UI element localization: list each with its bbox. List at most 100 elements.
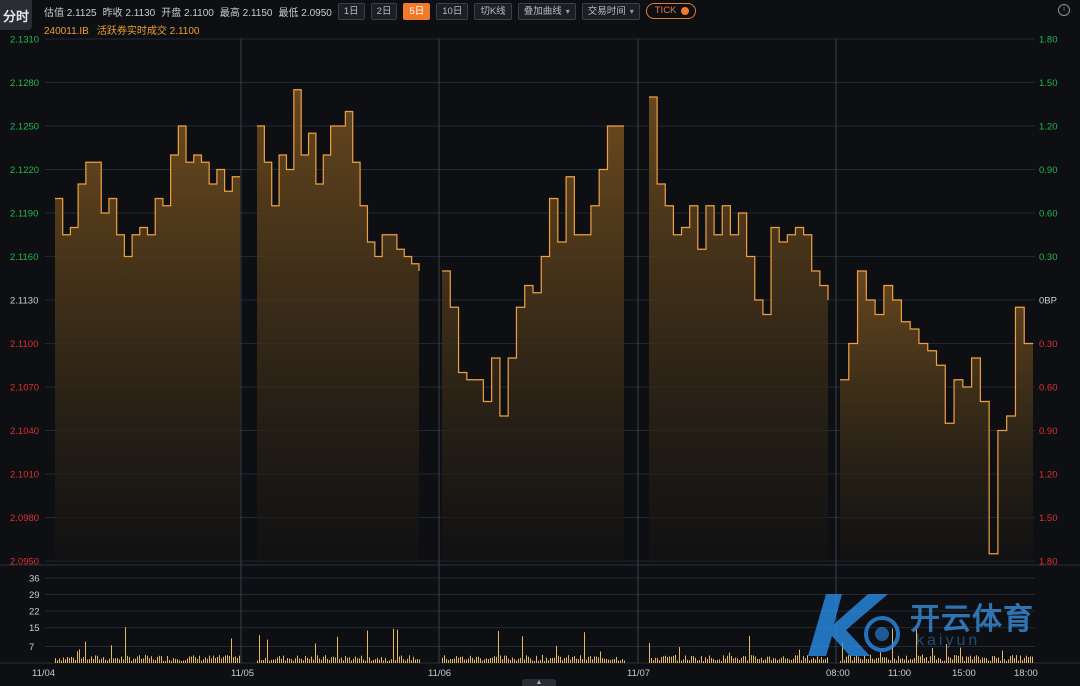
volume-bar — [472, 658, 473, 663]
volume-bar — [691, 655, 692, 663]
volume-bar — [556, 645, 557, 663]
volume-bar — [942, 660, 943, 663]
volume-bar — [1000, 660, 1001, 663]
volume-bar — [343, 660, 344, 663]
y-axis-right-label: 0.30 — [1039, 339, 1058, 350]
volume-bar — [978, 656, 979, 663]
volume-bar — [614, 658, 615, 663]
volume-bar — [972, 659, 973, 663]
volume-bar — [757, 658, 758, 663]
volume-bar — [500, 655, 501, 663]
volume-bar — [958, 655, 959, 663]
volume-bar — [799, 649, 800, 663]
volume-bar — [331, 657, 332, 663]
volume-bar — [900, 658, 901, 663]
volume-bar — [165, 660, 166, 663]
volume-bar — [912, 659, 913, 663]
volume-bar — [375, 659, 376, 663]
volume-bar — [291, 659, 292, 663]
volume-bar — [984, 657, 985, 663]
volume-bar — [964, 660, 965, 663]
volume-bar — [560, 656, 561, 663]
volume-bar — [309, 658, 310, 663]
volume-bar — [956, 655, 957, 663]
volume-bar — [542, 655, 543, 663]
volume-bar — [307, 657, 308, 663]
volume-bar — [876, 658, 877, 663]
volume-bar — [729, 652, 730, 663]
y-axis-left-label: 2.1160 — [10, 252, 38, 263]
volume-bar — [409, 655, 410, 663]
x-axis-label: 11/07 — [627, 668, 650, 679]
volume-bar — [596, 656, 597, 663]
volume-bar — [387, 660, 388, 663]
volume-bar — [155, 660, 156, 663]
volume-bar — [233, 657, 234, 663]
volume-bar — [381, 657, 382, 663]
volume-bar — [193, 655, 194, 663]
volume-bar — [159, 655, 160, 663]
volume-axis-label: 15 — [29, 623, 40, 634]
volume-bar — [143, 658, 144, 663]
volume-bar — [990, 660, 991, 663]
y-axis-left-label: 2.1190 — [10, 209, 38, 220]
volume-bar — [133, 658, 134, 663]
volume-bar — [335, 657, 336, 663]
volume-bar — [508, 658, 509, 663]
volume-bar — [769, 656, 770, 663]
volume-bar — [882, 657, 883, 663]
price-chart[interactable]: 2.1310 1.80 2.1280 1.50 2.1250 1.20 2.1220 0.90… — [0, 0, 1080, 686]
volume-bar — [371, 660, 372, 663]
volume-bar — [93, 658, 94, 663]
volume-bar — [119, 659, 120, 663]
volume-bar — [761, 657, 762, 663]
volume-bar — [355, 656, 356, 663]
volume-bar — [1018, 660, 1019, 663]
volume-bar — [914, 658, 915, 663]
volume-bar — [516, 660, 517, 663]
volume-bar — [793, 658, 794, 663]
volume-bar — [703, 660, 704, 663]
volume-bar — [819, 659, 820, 663]
volume-bar — [225, 655, 226, 663]
y-axis-right-label: 0.60 — [1039, 209, 1058, 220]
volume-bar — [181, 660, 182, 663]
volume-bar — [749, 635, 750, 663]
volume-bar — [988, 660, 989, 663]
volume-bar — [968, 656, 969, 663]
volume-bar — [213, 655, 214, 663]
volume-bar — [898, 655, 899, 663]
volume-bar — [486, 658, 487, 663]
volume-bar — [679, 647, 680, 663]
volume-bar — [345, 656, 346, 663]
volume-bar — [974, 656, 975, 663]
volume-bar — [602, 658, 603, 663]
volume-bar — [476, 656, 477, 663]
volume-bar — [954, 655, 955, 663]
volume-bar — [117, 658, 118, 663]
volume-bar — [1030, 656, 1031, 663]
volume-bar — [777, 659, 778, 663]
volume-bar — [783, 656, 784, 663]
volume-bar — [926, 657, 927, 663]
volume-bar — [896, 660, 897, 663]
volume-bar — [85, 641, 86, 663]
volume-bar — [996, 658, 997, 663]
volume-bar — [906, 655, 907, 663]
x-axis-label: 11/04 — [32, 668, 55, 679]
resize-handle[interactable]: ▲ — [522, 679, 556, 686]
volume-bar — [584, 632, 585, 663]
volume-bar — [470, 655, 471, 663]
volume-bar — [1008, 659, 1009, 663]
volume-bar — [1012, 655, 1013, 663]
volume-bar — [169, 660, 170, 663]
volume-bar — [391, 659, 392, 663]
volume-bar — [107, 660, 108, 663]
volume-bar — [89, 659, 90, 663]
volume-bar — [269, 660, 270, 663]
volume-bar — [161, 656, 162, 663]
y-axis-left-label: 2.0950 — [10, 557, 39, 568]
volume-bar — [667, 657, 668, 663]
volume-bar — [195, 657, 196, 663]
y-axis-left-label: 2.1280 — [10, 78, 39, 89]
